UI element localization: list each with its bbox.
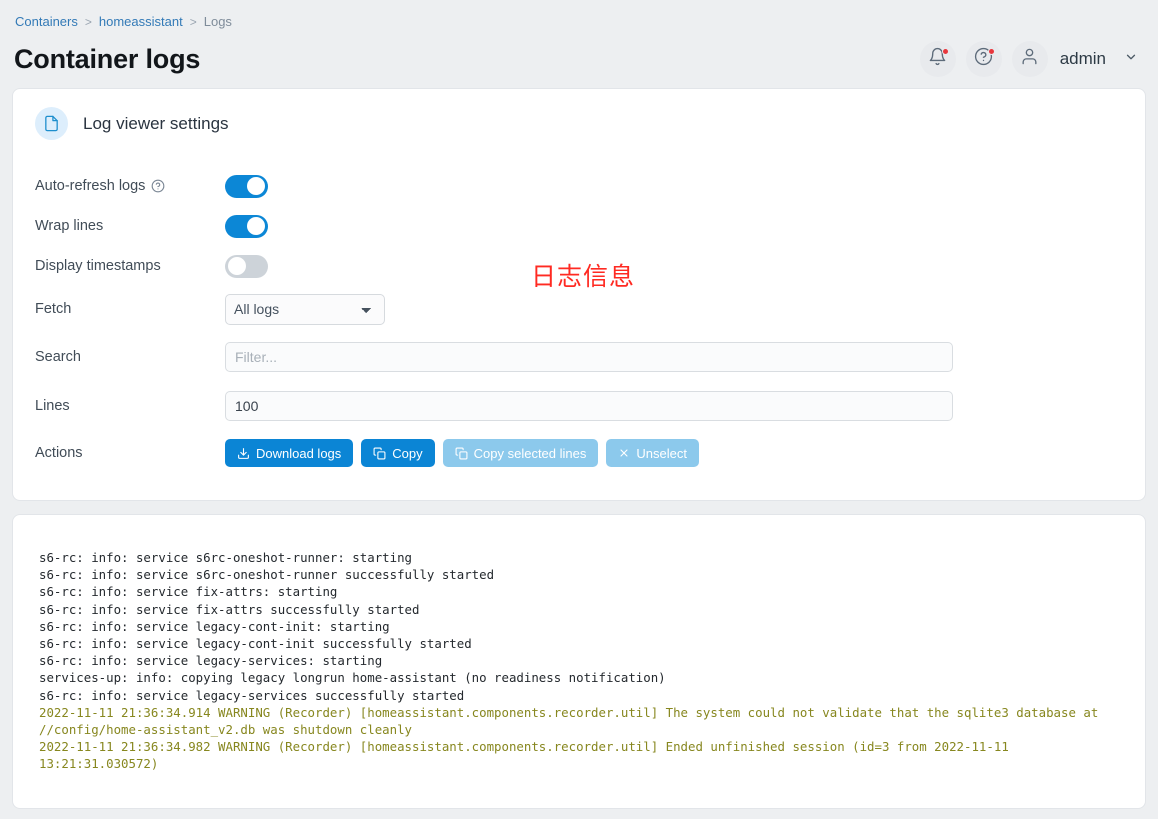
copy-button[interactable]: Copy — [361, 439, 435, 467]
notification-badge-dot — [941, 48, 949, 55]
annotation-text: 日志信息 — [531, 263, 636, 291]
log-scroll-area[interactable]: s6-rc: info: service s6rc-oneshot-runner… — [13, 515, 1145, 808]
row-auto-refresh: Auto-refresh logs — [35, 166, 1123, 206]
help-button[interactable] — [965, 41, 1002, 77]
document-icon — [35, 107, 68, 140]
wrap-lines-label: Wrap lines — [35, 218, 104, 234]
title-row: Container logs admin — [14, 41, 1144, 77]
copy-label: Copy — [392, 445, 423, 461]
fetch-select[interactable]: All logs — [225, 293, 385, 325]
auto-refresh-toggle[interactable] — [225, 174, 268, 198]
log-viewer-settings-card: Log viewer settings 日志信息 Auto-refresh lo… — [12, 88, 1146, 501]
log-line[interactable]: s6-rc: info: service legacy-services: st… — [39, 652, 1123, 669]
search-label: Search — [35, 348, 81, 365]
copy-selected-lines-label: Copy selected lines — [473, 445, 587, 461]
copy-icon — [373, 447, 386, 460]
breadcrumb-item-homeassistant[interactable]: homeassistant — [99, 14, 183, 30]
user-menu-label[interactable]: admin — [1060, 49, 1106, 69]
help-question-icon[interactable] — [151, 179, 165, 193]
log-line[interactable]: services-up: info: copying legacy longru… — [39, 669, 1123, 686]
help-badge-dot — [987, 48, 995, 55]
unselect-button[interactable]: Unselect — [606, 439, 699, 467]
page-root: Containers > homeassistant > Logs Contai… — [0, 0, 1158, 819]
page-header: Containers > homeassistant > Logs Contai… — [0, 0, 1158, 88]
notifications-button[interactable] — [919, 41, 956, 77]
breadcrumb: Containers > homeassistant > Logs — [14, 14, 1144, 30]
settings-form: Auto-refresh logs Wrap lines Display tim… — [35, 166, 1123, 476]
copy-selected-lines-button[interactable]: Copy selected lines — [442, 439, 599, 467]
log-output-card: s6-rc: info: service s6rc-oneshot-runner… — [12, 514, 1146, 809]
log-line[interactable]: s6-rc: info: service fix-attrs successfu… — [39, 601, 1123, 618]
log-line[interactable]: s6-rc: info: service legacy-services suc… — [39, 687, 1123, 704]
toggle-knob — [247, 217, 265, 235]
row-actions: Actions Download logs Copy Copy selected… — [35, 430, 1123, 476]
avatar[interactable] — [1011, 41, 1048, 77]
search-input[interactable] — [225, 341, 953, 372]
settings-card-title: Log viewer settings — [83, 113, 229, 133]
display-timestamps-toggle[interactable] — [225, 254, 268, 278]
copy-icon — [455, 447, 468, 460]
wrap-lines-toggle[interactable] — [225, 214, 268, 238]
log-line[interactable]: s6-rc: info: service legacy-cont-init: s… — [39, 618, 1123, 635]
fetch-label: Fetch — [35, 301, 72, 317]
lines-label: Lines — [35, 397, 70, 414]
download-logs-button[interactable]: Download logs — [225, 439, 354, 467]
download-icon — [237, 447, 250, 460]
row-wrap-lines: Wrap lines — [35, 206, 1123, 246]
settings-card-header: Log viewer settings — [35, 107, 1123, 140]
breadcrumb-item-logs: Logs — [203, 14, 232, 29]
log-line[interactable]: s6-rc: info: service fix-attrs: starting — [39, 583, 1123, 600]
auto-refresh-label-group: Auto-refresh logs — [35, 178, 225, 194]
breadcrumb-separator: > — [84, 15, 92, 29]
log-line[interactable]: 2022-11-11 21:36:34.914 WARNING (Recorde… — [39, 704, 1123, 738]
display-timestamps-label: Display timestamps — [35, 258, 161, 274]
unselect-label: Unselect — [636, 445, 687, 461]
toggle-knob — [227, 257, 246, 275]
action-buttons: Download logs Copy Copy selected lines U… — [225, 439, 699, 467]
auto-refresh-label: Auto-refresh logs — [35, 178, 146, 194]
chevron-down-icon[interactable] — [1124, 50, 1138, 68]
toggle-knob — [247, 177, 265, 195]
row-lines: Lines — [35, 381, 1123, 430]
log-lines: s6-rc: info: service s6rc-oneshot-runner… — [39, 549, 1123, 773]
breadcrumb-separator: > — [189, 15, 197, 29]
page-title: Container logs — [14, 43, 201, 74]
actions-label: Actions — [35, 445, 83, 461]
download-logs-label: Download logs — [256, 445, 342, 461]
breadcrumb-item-containers[interactable]: Containers — [15, 14, 78, 30]
log-line[interactable]: s6-rc: info: service s6rc-oneshot-runner… — [39, 566, 1123, 583]
row-search: Search — [35, 332, 1123, 381]
log-line[interactable]: s6-rc: info: service s6rc-oneshot-runner… — [39, 549, 1123, 566]
log-line[interactable]: 2022-11-11 21:36:34.982 WARNING (Recorde… — [39, 738, 1123, 772]
header-actions: admin — [919, 41, 1138, 77]
log-line[interactable]: s6-rc: info: service legacy-cont-init su… — [39, 635, 1123, 652]
lines-input[interactable] — [225, 390, 953, 421]
close-icon — [618, 447, 630, 459]
user-icon — [1020, 47, 1039, 71]
